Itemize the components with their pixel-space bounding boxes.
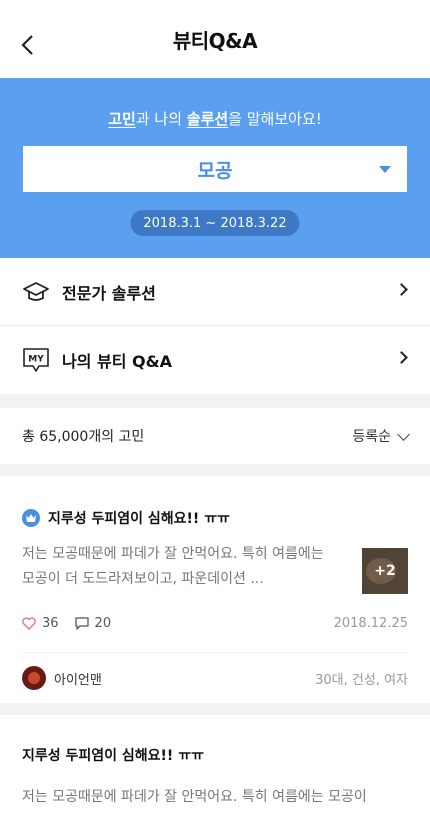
back-arrow-icon[interactable] <box>18 34 40 56</box>
crown-badge-icon <box>22 509 40 527</box>
menu-label-expert: 전문가 솔루션 <box>62 283 156 303</box>
list-header: 총 65,000개의 고민 등록순 <box>0 408 430 464</box>
post-card[interactable]: 지루성 두피염이 심해요!! ㅠㅠ 저는 모공때문에 파데가 잘 안먹어요. 특… <box>0 476 430 703</box>
caret-down-icon <box>379 166 391 173</box>
chevron-right-icon <box>395 283 408 296</box>
my-beauty-qa-row[interactable]: MY 나의 뷰티 Q&A <box>0 326 430 394</box>
sort-label: 등록순 <box>352 429 391 445</box>
author-profile-info: 30대, 건성, 여자 <box>315 672 408 688</box>
hero-banner: 고민과 나의 솔루션을 말해보아요! 모공 2018.3.1 ~ 2018.3.… <box>0 78 430 258</box>
section-divider <box>0 703 430 715</box>
category-select[interactable]: 모공 <box>23 146 407 192</box>
heart-icon <box>22 616 36 630</box>
post-card[interactable]: 지루성 두피염이 심해요!! ㅠㅠ 저는 모공때문에 파데가 잘 안먹어요. 특… <box>0 715 430 810</box>
comment-count: 20 <box>94 615 112 631</box>
like-count: 36 <box>42 615 59 631</box>
graduation-cap-icon <box>22 278 50 306</box>
my-chat-icon: MY <box>22 346 50 374</box>
post-thumbnail[interactable]: +2 <box>362 548 408 594</box>
comment-icon <box>74 616 89 630</box>
caption-solution: 솔루션 <box>186 110 229 128</box>
post-meta: 36 20 2018.12.25 <box>22 612 408 634</box>
menu-label-my-qa: 나의 뷰티 Q&A <box>62 352 172 371</box>
total-count: 총 65,000개의 고민 <box>22 429 145 445</box>
post-excerpt: 저는 모공때문에 파데가 잘 안먹어요. 특히 여름에는 모공이 <box>22 789 367 805</box>
comment-button[interactable]: 20 <box>74 615 112 631</box>
post-date: 2018.12.25 <box>333 615 408 631</box>
avatar[interactable] <box>22 666 46 690</box>
post-title: 지루성 두피염이 심해요!! ㅠㅠ <box>22 748 204 764</box>
svg-text:MY: MY <box>28 355 44 365</box>
like-button[interactable]: 36 <box>22 616 59 631</box>
section-divider <box>0 464 430 476</box>
author-row: 아이언맨 30대, 건성, 여자 <box>22 653 408 703</box>
chevron-right-icon <box>395 351 408 364</box>
caption-text: 과 나의 <box>135 110 187 128</box>
expert-solution-row[interactable]: 전문가 솔루션 <box>0 258 430 326</box>
post-title: 지루성 두피염이 심해요!! ㅠㅠ <box>48 511 230 527</box>
chevron-down-icon <box>397 427 410 441</box>
date-range-badge: 2018.3.1 ~ 2018.3.22 <box>130 210 300 236</box>
section-divider <box>0 394 430 408</box>
post-title-row: 지루성 두피염이 심해요!! ㅠㅠ <box>22 476 408 528</box>
hero-caption: 고민과 나의 솔루션을 말해보아요! <box>0 108 430 129</box>
caption-text-end: 을 말해보아요! <box>228 110 322 128</box>
thumbnail-more-count: +2 <box>362 548 408 594</box>
author-name[interactable]: 아이언맨 <box>54 669 102 688</box>
post-excerpt: 저는 모공때문에 파데가 잘 안먹어요. 특히 여름에는 모공이 더 도드라져보… <box>22 546 324 587</box>
page-title: 뷰티Q&A <box>172 28 258 53</box>
caption-worry: 고민 <box>108 110 136 128</box>
post-body: 저는 모공때문에 파데가 잘 안먹어요. 특히 여름에는 모공이 더 도드라져보… <box>22 542 408 594</box>
category-select-value: 모공 <box>197 159 233 182</box>
top-bar: 뷰티Q&A <box>0 0 430 78</box>
sort-dropdown[interactable]: 등록순 <box>352 426 410 446</box>
